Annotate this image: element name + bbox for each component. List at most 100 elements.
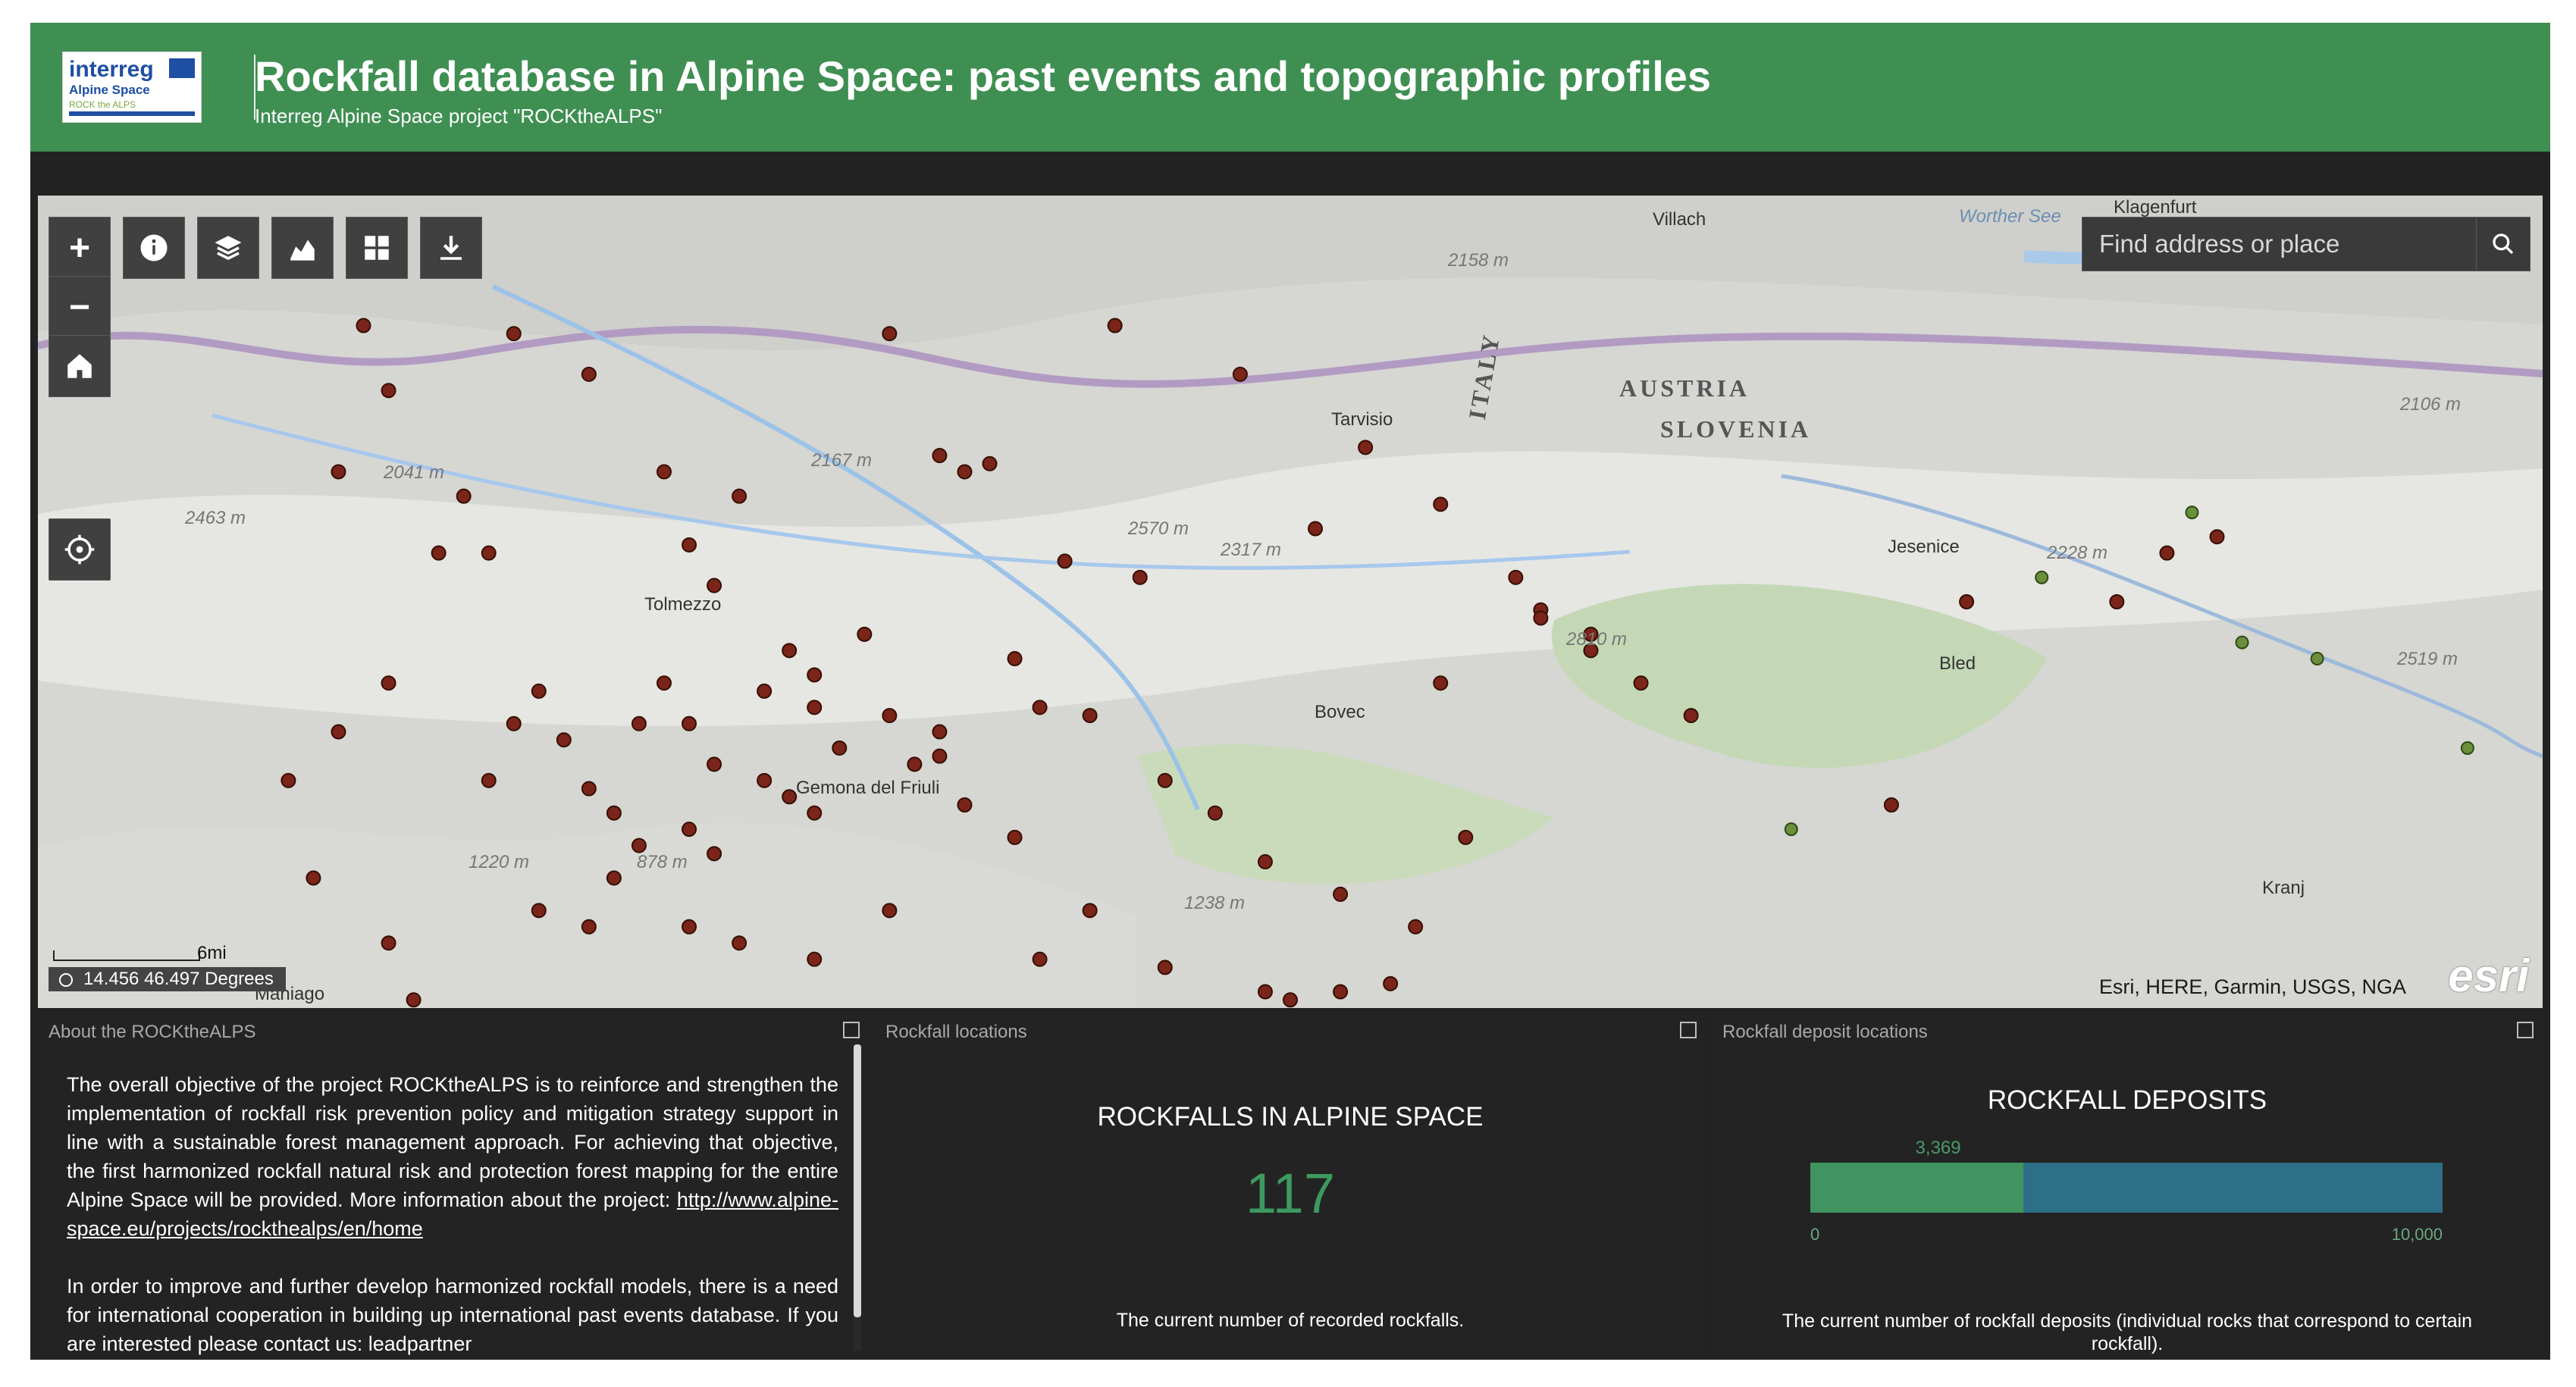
rockfall-point[interactable] [2460, 740, 2474, 755]
rockfall-locations-minimize-button[interactable] [1680, 1022, 1697, 1038]
rockfall-point[interactable] [2035, 570, 2049, 584]
rockfall-point[interactable] [657, 464, 672, 480]
rockfall-point[interactable] [657, 675, 672, 691]
rockfall-point[interactable] [1458, 829, 1474, 845]
rockfall-point[interactable] [381, 935, 396, 951]
rockfall-point[interactable] [581, 366, 597, 382]
layers-button[interactable] [197, 217, 259, 279]
rockfall-point[interactable] [1408, 919, 1424, 935]
rockfall-point[interactable] [907, 756, 923, 772]
rockfall-point[interactable] [431, 545, 447, 561]
rockfall-point[interactable] [1082, 903, 1098, 919]
elevation-profile-button[interactable] [271, 217, 334, 279]
rockfall-point[interactable] [1007, 829, 1023, 845]
rockfall-point[interactable] [506, 715, 522, 731]
rockfall-point[interactable] [1032, 700, 1048, 715]
rockfall-point[interactable] [732, 488, 747, 504]
home-button[interactable] [49, 335, 111, 397]
rockfall-point[interactable] [807, 805, 823, 821]
rockfall-point[interactable] [1358, 440, 1374, 456]
rockfall-point[interactable] [757, 683, 772, 699]
rockfall-point[interactable] [1959, 594, 1975, 609]
rockfall-point[interactable] [932, 448, 948, 464]
basemap-gallery-button[interactable] [346, 217, 408, 279]
rockfall-point[interactable] [581, 919, 597, 935]
rockfall-point[interactable] [1383, 975, 1399, 991]
rockfall-point[interactable] [882, 708, 898, 724]
rockfall-point[interactable] [782, 643, 798, 659]
rockfall-point[interactable] [682, 537, 697, 553]
rockfall-point[interactable] [631, 715, 647, 731]
rockfall-point[interactable] [1232, 366, 1248, 382]
rockfall-point[interactable] [1207, 805, 1223, 821]
rockfall-point[interactable] [2185, 506, 2199, 520]
rockfall-point[interactable] [1157, 772, 1173, 788]
rockfall-point[interactable] [1333, 886, 1349, 902]
rockfall-point[interactable] [481, 772, 497, 788]
rockfall-point[interactable] [782, 789, 798, 805]
rockfall-point[interactable] [556, 732, 572, 748]
download-button[interactable] [420, 217, 482, 279]
rockfall-point[interactable] [506, 326, 522, 342]
rockfall-point[interactable] [331, 464, 346, 480]
rockfall-point[interactable] [1257, 854, 1273, 870]
rockfall-point[interactable] [1508, 569, 1524, 585]
rockfall-point[interactable] [1107, 318, 1123, 333]
rockfall-point[interactable] [306, 870, 321, 886]
rockfall-point[interactable] [2310, 652, 2324, 666]
rockfall-point[interactable] [1308, 521, 1324, 537]
rockfall-point[interactable] [832, 740, 848, 756]
rockfall-point[interactable] [932, 724, 948, 740]
rockfall-point[interactable] [1057, 553, 1073, 569]
info-button[interactable] [123, 217, 185, 279]
rockfall-point[interactable] [882, 903, 898, 919]
rockfall-point[interactable] [606, 870, 622, 886]
rockfall-point[interactable] [932, 748, 948, 764]
rockfall-point[interactable] [1533, 610, 1549, 626]
zoom-in-button[interactable]: + [49, 217, 111, 279]
rockfall-point[interactable] [1683, 708, 1699, 724]
rockfall-point[interactable] [707, 846, 722, 862]
rockfall-point[interactable] [331, 724, 346, 740]
rockfall-point[interactable] [757, 772, 772, 788]
rockfall-point[interactable] [1283, 992, 1298, 1008]
rockfall-point[interactable] [957, 797, 973, 812]
zoom-out-button[interactable]: − [49, 276, 111, 338]
search-button[interactable] [2476, 218, 2530, 271]
about-scroll-thumb[interactable] [854, 1044, 861, 1317]
rockfall-point[interactable] [982, 456, 998, 471]
rockfall-point[interactable] [2209, 529, 2225, 545]
rockfall-point[interactable] [406, 992, 421, 1008]
rockfall-point[interactable] [2159, 545, 2175, 561]
about-panel-minimize-button[interactable] [843, 1022, 860, 1038]
rockfall-point[interactable] [682, 822, 697, 838]
rockfall-point[interactable] [2235, 635, 2249, 650]
rockfall-point[interactable] [481, 545, 497, 561]
rockfall-point[interactable] [1883, 797, 1899, 812]
about-scrollbar[interactable] [854, 1044, 861, 1351]
rockfall-point[interactable] [807, 667, 823, 683]
rockfall-point[interactable] [1784, 822, 1798, 837]
search-input[interactable] [2082, 218, 2477, 271]
rockfall-point[interactable] [1007, 651, 1023, 667]
rockfall-point[interactable] [807, 700, 823, 715]
rockfall-point[interactable] [606, 805, 622, 821]
locate-button[interactable] [49, 518, 111, 581]
map-view[interactable]: AUSTRIA SLOVENIA ITALY Villach Tarvisio … [38, 196, 2543, 1008]
rockfall-point[interactable] [882, 326, 898, 342]
rockfall-point[interactable] [1433, 675, 1449, 691]
rockfall-point[interactable] [581, 781, 597, 797]
rockfall-point[interactable] [631, 838, 647, 853]
rockfall-point[interactable] [682, 919, 697, 935]
rockfall-point[interactable] [707, 756, 722, 772]
rockfall-point[interactable] [732, 935, 747, 951]
rockfall-point[interactable] [807, 951, 823, 967]
rockfall-point[interactable] [356, 318, 371, 333]
rockfall-point[interactable] [531, 683, 547, 699]
rockfall-point[interactable] [1082, 708, 1098, 724]
rockfall-point[interactable] [381, 383, 396, 399]
rockfall-point[interactable] [1157, 960, 1173, 975]
rockfall-point[interactable] [857, 626, 873, 642]
rockfall-point[interactable] [1333, 984, 1349, 1000]
rockfall-deposits-minimize-button[interactable] [2517, 1022, 2534, 1038]
